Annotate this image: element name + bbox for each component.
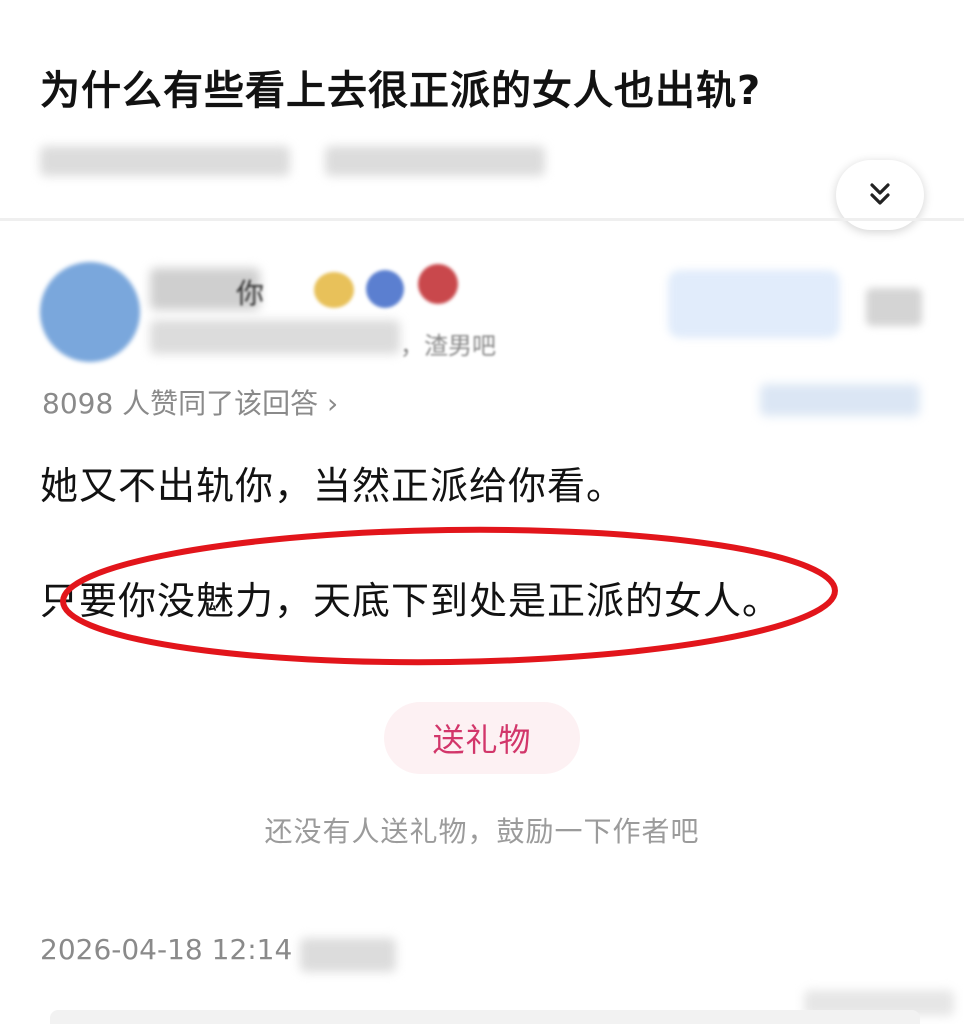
badge-icon-gold bbox=[314, 272, 354, 308]
double-chevron-down-icon bbox=[870, 183, 890, 205]
author-name-fragment: 你 bbox=[236, 277, 265, 310]
question-meta-blurred bbox=[40, 146, 290, 176]
author-bio-blurred bbox=[150, 320, 400, 354]
answer-paragraph-1: 她又不出轨你，当然正派给你看。 bbox=[40, 464, 626, 508]
bottom-action-bar bbox=[50, 1010, 920, 1024]
gift-hint-text: 还没有人送礼物，鼓励一下作者吧 bbox=[264, 815, 700, 848]
follow-button[interactable] bbox=[668, 270, 840, 338]
author-bio-fragment: ，渣男吧 bbox=[400, 332, 496, 360]
more-options-button[interactable] bbox=[866, 288, 922, 326]
question-title[interactable]: 为什么有些看上去很正派的女人也出轨? bbox=[40, 58, 761, 116]
vote-count-link[interactable]: 8098 人赞同了该回答 › bbox=[42, 382, 338, 422]
question-meta-blurred-2 bbox=[325, 146, 545, 176]
vote-right-blurred bbox=[760, 384, 920, 416]
answer-paragraph-2: 只要你没魅力，天底下到处是正派的女人。 bbox=[40, 579, 782, 623]
author-avatar[interactable] bbox=[40, 262, 140, 362]
timestamp-suffix-blurred bbox=[300, 938, 396, 972]
answer-timestamp: 2026-04-18 12:14 bbox=[40, 933, 293, 966]
header-divider bbox=[0, 218, 964, 221]
send-gift-button[interactable]: 送礼物 bbox=[384, 702, 580, 774]
badge-icon-blue bbox=[366, 270, 404, 308]
badge-icon-red bbox=[418, 264, 458, 304]
